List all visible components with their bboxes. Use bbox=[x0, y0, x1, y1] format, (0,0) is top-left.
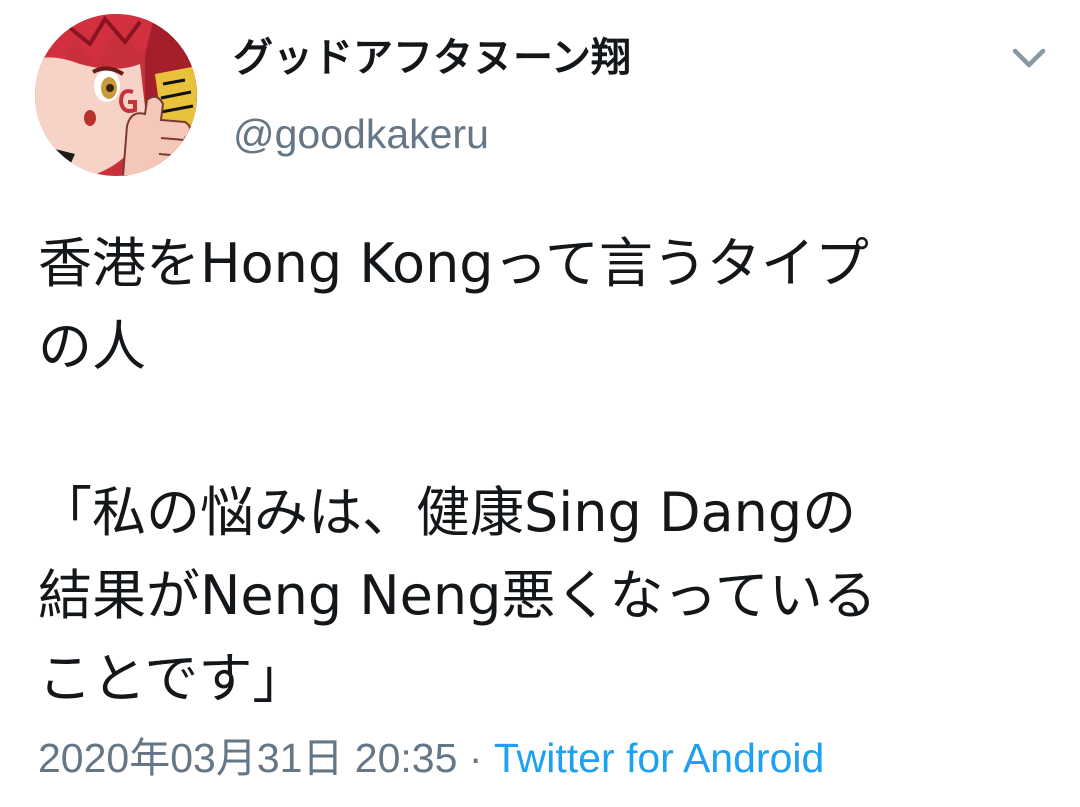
tweet-text-line: 香港をHong Kongって言うタイプ bbox=[38, 232, 869, 295]
chevron-down-icon[interactable] bbox=[1006, 38, 1052, 78]
tweet-text-line: 結果がNeng Neng悪くなっている bbox=[38, 564, 877, 627]
tweet-text: 香港をHong Kongって言うタイプ の人 「私の悩みは、健康Sing Dan… bbox=[38, 222, 1048, 720]
meta-separator: · bbox=[457, 735, 494, 781]
tweet-source-link[interactable]: Twitter for Android bbox=[494, 735, 824, 781]
avatar[interactable] bbox=[35, 14, 197, 176]
tweet-timestamp[interactable]: 2020年03月31日 20:35 bbox=[38, 735, 457, 781]
author-handle[interactable]: @goodkakeru bbox=[233, 106, 489, 162]
tweet-text-line: 「私の悩みは、健康Sing Dangの bbox=[38, 481, 857, 544]
tweet-card: グッドアフタヌーン翔 @goodkakeru 香港をHong Kongって言うタ… bbox=[0, 0, 1080, 807]
tweet-text-line: の人 bbox=[38, 315, 146, 378]
tweet-text-line: ことです」 bbox=[38, 647, 307, 710]
author-display-name[interactable]: グッドアフタヌーン翔 bbox=[233, 30, 631, 86]
tweet-meta: 2020年03月31日 20:35 · Twitter for Android bbox=[38, 730, 824, 786]
